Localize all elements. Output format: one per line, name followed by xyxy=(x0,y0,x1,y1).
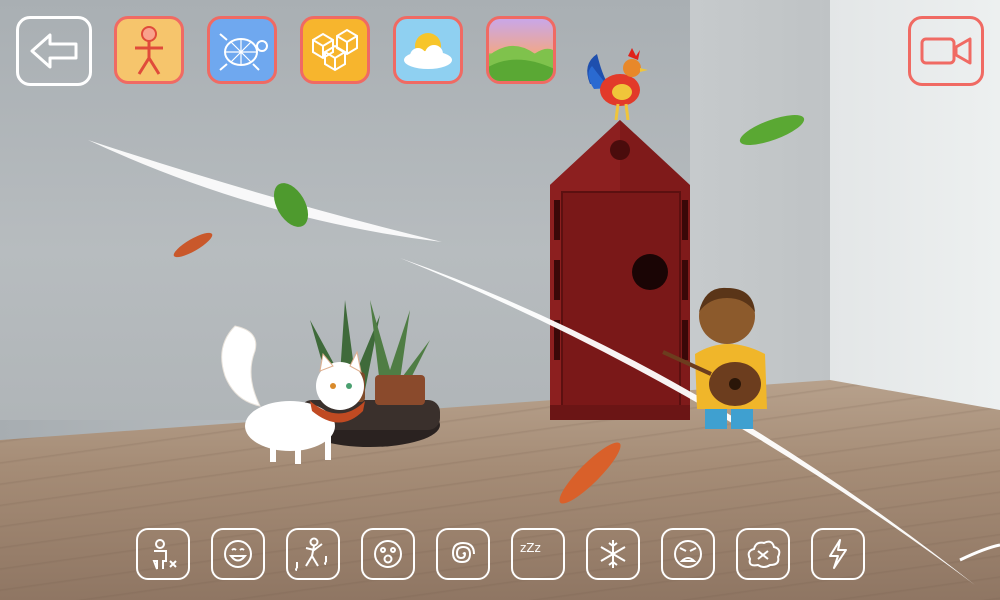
cubes-icon xyxy=(312,28,358,72)
spiral-icon xyxy=(451,541,475,564)
angry-face-icon xyxy=(674,540,702,568)
leaves xyxy=(173,115,805,504)
stick-figure-icon xyxy=(135,26,163,75)
surprised-button[interactable] xyxy=(361,528,415,580)
sun-cloud-icon xyxy=(404,33,452,69)
category-weather-button[interactable] xyxy=(393,16,463,84)
dizzy-button[interactable] xyxy=(436,528,490,580)
remove-character-button[interactable] xyxy=(136,528,190,580)
happy-face-icon xyxy=(224,540,252,568)
person-remove-icon xyxy=(152,539,177,570)
happy-button[interactable] xyxy=(211,528,265,580)
turtle-icon xyxy=(219,33,268,71)
category-objects-button[interactable] xyxy=(300,16,370,84)
boy-with-lute[interactable] xyxy=(655,284,780,439)
ar-scene[interactable]: zZz xyxy=(0,0,1000,600)
zzz-label: zZz xyxy=(520,541,541,555)
zap-button[interactable] xyxy=(811,528,865,580)
category-landscapes-button[interactable] xyxy=(486,16,556,84)
hills-icon xyxy=(489,45,553,81)
back-arrow-icon xyxy=(30,33,78,69)
freeze-button[interactable] xyxy=(586,528,640,580)
angry-button[interactable] xyxy=(661,528,715,580)
fight-button[interactable] xyxy=(736,528,790,580)
category-characters-button[interactable] xyxy=(114,16,184,84)
dancing-figure-icon xyxy=(295,537,327,571)
snowflake-icon xyxy=(600,540,626,568)
white-cat[interactable] xyxy=(215,316,375,466)
category-animals-button[interactable] xyxy=(207,16,277,84)
record-video-button[interactable] xyxy=(908,16,984,86)
zzz-icon: zZz xyxy=(520,541,541,555)
dance-button[interactable] xyxy=(286,528,340,580)
surprised-face-icon xyxy=(374,540,402,568)
action-bar: zZz xyxy=(136,528,865,580)
fight-cloud-icon xyxy=(747,540,781,568)
rooster[interactable] xyxy=(582,44,652,124)
sleep-button[interactable]: zZz xyxy=(511,528,565,580)
back-button[interactable] xyxy=(16,16,92,86)
video-camera-icon xyxy=(920,37,972,65)
lightning-icon xyxy=(829,539,847,569)
